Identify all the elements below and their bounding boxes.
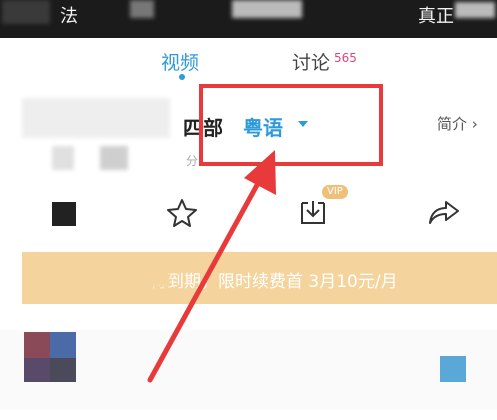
tab-discussion[interactable]: 讨论 565 xyxy=(292,48,357,75)
top-bar: 法 真正 xyxy=(0,0,497,38)
thumbnail-tile xyxy=(50,358,76,382)
active-tab-indicator xyxy=(179,74,185,80)
blurred-block xyxy=(100,146,128,170)
top-left-text: 法 xyxy=(60,6,78,27)
blue-tile xyxy=(440,356,466,382)
avatar-block[interactable] xyxy=(52,202,76,226)
top-right-text: 真正 xyxy=(418,6,454,27)
intro-link[interactable]: 简介 › xyxy=(437,113,478,134)
sub-text: 分 xyxy=(186,154,199,168)
tab-bar: 视频 讨论 565 xyxy=(0,38,497,90)
blurred-thumbnail xyxy=(22,98,170,138)
blurred-region xyxy=(130,263,170,287)
annotation-highlight-box xyxy=(199,84,383,166)
tab-video[interactable]: 视频 xyxy=(161,48,199,75)
discussion-count: 565 xyxy=(334,50,357,65)
download-icon[interactable] xyxy=(298,195,328,227)
thumbnail-tile xyxy=(50,332,76,358)
vip-badge: VIP xyxy=(322,185,348,199)
intro-label: 简介 xyxy=(437,115,468,133)
blurred-region xyxy=(130,0,154,18)
blurred-region xyxy=(232,0,302,18)
tab-discussion-label: 讨论 xyxy=(292,52,331,74)
thumbnail-tile xyxy=(24,332,50,358)
blurred-block xyxy=(52,146,74,170)
thumbnail-tile xyxy=(24,358,50,382)
share-icon[interactable] xyxy=(428,198,460,226)
blurred-region xyxy=(455,2,495,18)
blurred-region xyxy=(2,0,50,24)
star-icon[interactable] xyxy=(166,198,198,228)
banner-text: 待到期，限时续费首 3月10元/月 xyxy=(150,272,398,292)
